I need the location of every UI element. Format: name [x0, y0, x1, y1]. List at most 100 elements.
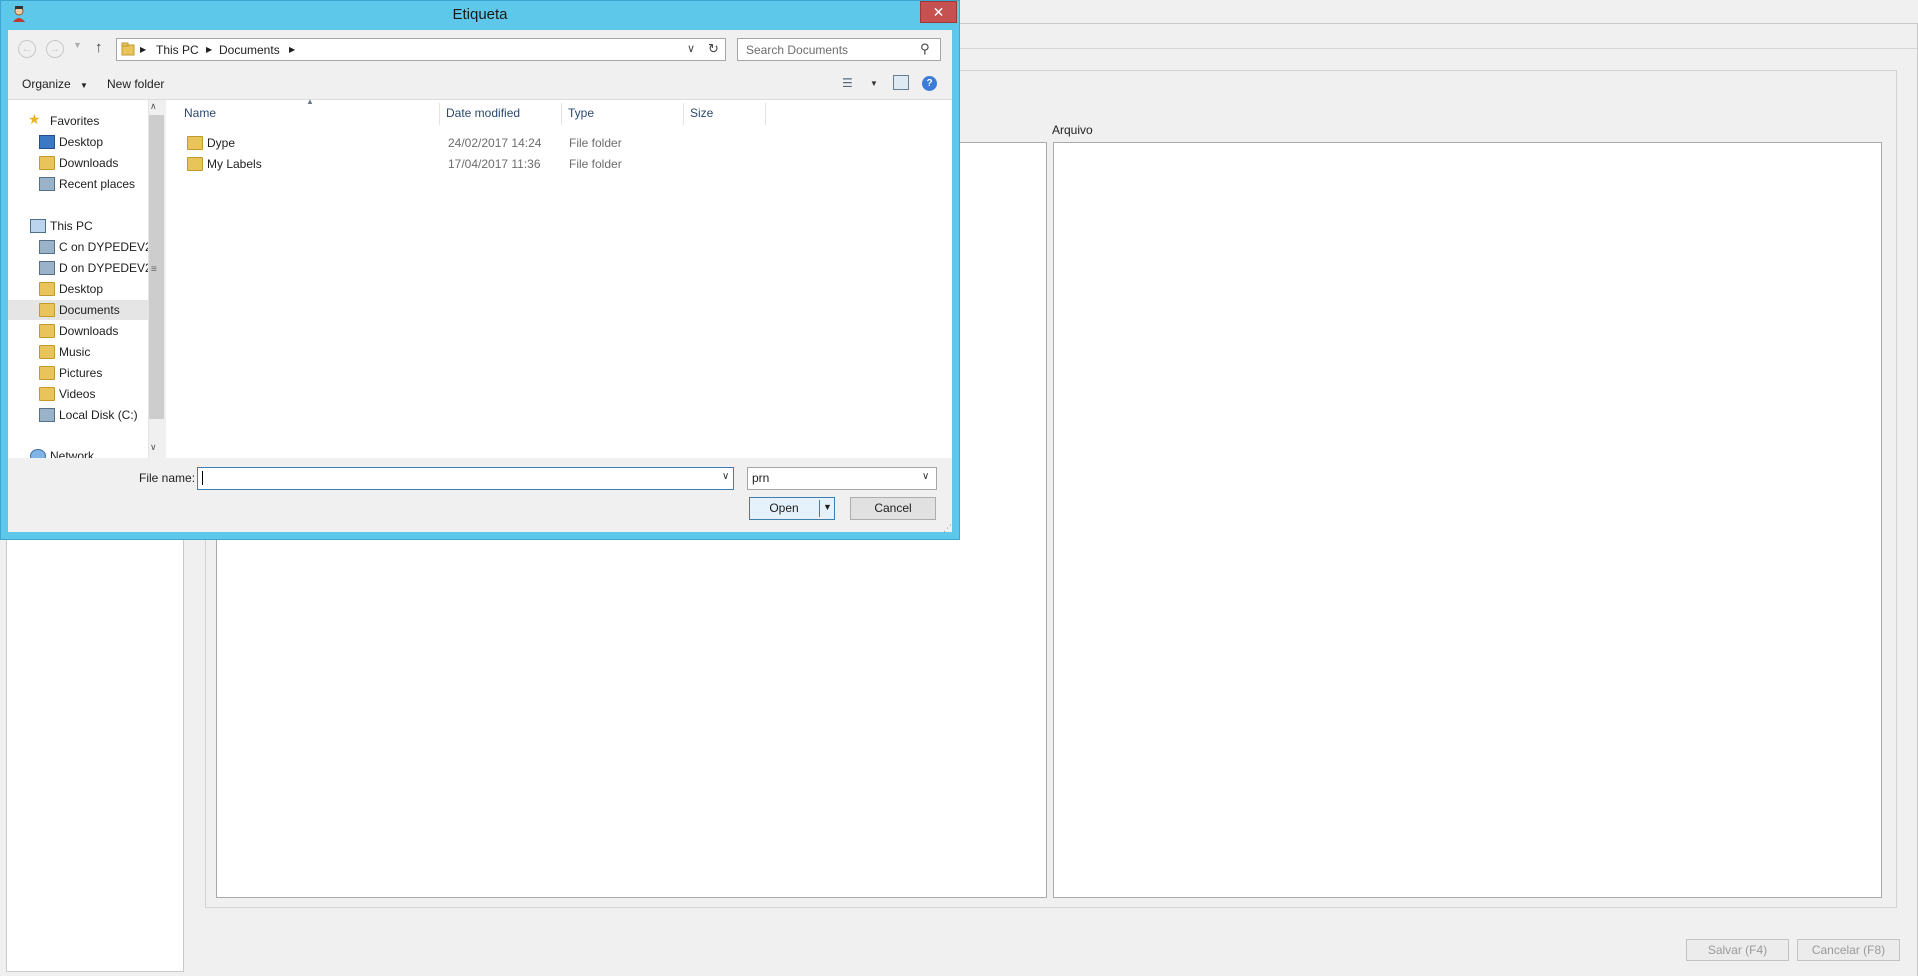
nav-label: Documents	[59, 303, 120, 317]
scroll-up-icon[interactable]: ∧	[150, 101, 157, 112]
breadcrumb-this-pc[interactable]: This PC	[156, 43, 199, 57]
network-drive-icon	[39, 240, 55, 254]
forward-button[interactable]: →	[46, 40, 64, 58]
network-icon	[30, 449, 46, 458]
close-button[interactable]: ✕	[920, 1, 957, 23]
computer-icon	[30, 219, 46, 233]
desktop-icon	[39, 135, 55, 149]
chevron-down-icon: ▼	[80, 81, 88, 90]
column-header-name[interactable]: Name	[178, 103, 440, 125]
file-row[interactable]: Dype 24/02/2017 14:24 File folder	[166, 133, 952, 153]
refresh-icon[interactable]: ↻	[708, 41, 719, 57]
nav-label: Favorites	[50, 114, 100, 128]
nav-label: Downloads	[59, 324, 119, 338]
scroll-grip-icon: ≡	[151, 264, 157, 275]
nav-c-drive[interactable]: C on DYPEDEV20	[8, 237, 158, 257]
save-button[interactable]: Salvar (F4)	[1686, 939, 1789, 961]
column-header-size[interactable]: Size	[684, 103, 766, 125]
change-view-icon[interactable]: ☰	[842, 76, 853, 90]
open-button-label: Open	[769, 501, 799, 515]
file-name: My Labels	[207, 157, 262, 171]
breadcrumb-chevron-icon[interactable]: ▶	[140, 45, 146, 54]
nav-local-disk[interactable]: Local Disk (C:)	[8, 405, 148, 425]
scroll-down-icon[interactable]: ∨	[150, 442, 157, 453]
videos-icon	[39, 387, 55, 401]
folder-icon	[187, 136, 203, 150]
nav-label: D on DYPEDEV20	[59, 261, 159, 275]
nav-videos[interactable]: Videos	[8, 384, 148, 404]
preview-pane-icon[interactable]	[893, 75, 909, 90]
recent-locations-icon[interactable]: ▼	[73, 40, 82, 50]
column-header-type[interactable]: Type	[562, 103, 684, 125]
star-icon: ★	[28, 111, 41, 127]
music-icon	[39, 345, 55, 359]
nav-label: C on DYPEDEV20	[59, 240, 159, 254]
nav-network[interactable]: Network	[8, 446, 148, 458]
nav-downloads[interactable]: Downloads	[8, 321, 148, 341]
chevron-down-icon[interactable]: ∨	[687, 42, 695, 55]
app-left-panel	[6, 530, 184, 972]
folder-icon	[39, 303, 55, 317]
folder-icon	[187, 157, 203, 171]
network-drive-icon	[39, 261, 55, 275]
arquivo-label: Arquivo	[1052, 123, 1093, 137]
nav-label: This PC	[50, 219, 93, 233]
new-folder-button[interactable]: New folder	[107, 77, 164, 91]
file-date: 24/02/2017 14:24	[448, 136, 542, 150]
nav-favorites-downloads[interactable]: Downloads	[8, 153, 148, 173]
chevron-down-icon[interactable]: ∨	[722, 471, 729, 482]
file-row[interactable]: My Labels 17/04/2017 11:36 File folder	[166, 154, 952, 174]
nav-label: Downloads	[59, 156, 119, 170]
file-name-input[interactable]	[197, 467, 734, 490]
nav-label: Videos	[59, 387, 96, 401]
file-type-select[interactable]	[747, 467, 937, 490]
breadcrumb-chevron-icon[interactable]: ▶	[289, 45, 295, 54]
nav-favorites-desktop[interactable]: Desktop	[8, 132, 148, 152]
back-button[interactable]: ←	[18, 40, 36, 58]
nav-d-drive[interactable]: D on DYPEDEV20	[8, 258, 158, 278]
text-caret	[202, 471, 203, 485]
open-options-dropdown-icon[interactable]: ▼	[823, 502, 832, 512]
search-icon[interactable]: ⚲	[920, 41, 930, 57]
cancel-button[interactable]: Cancel	[850, 497, 936, 520]
nav-documents[interactable]: Documents	[8, 300, 148, 320]
file-name: Dype	[207, 136, 236, 150]
breadcrumb-chevron-icon[interactable]: ▶	[206, 45, 212, 54]
downloads-icon	[39, 156, 55, 170]
resize-grip-icon[interactable]: ⋰	[943, 523, 952, 534]
split-divider	[819, 500, 820, 517]
nav-desktop[interactable]: Desktop	[8, 279, 148, 299]
file-type: File folder	[569, 157, 622, 171]
pictures-icon	[39, 366, 55, 380]
nav-label: Desktop	[59, 135, 104, 149]
nav-label: Pictures	[59, 366, 103, 380]
chevron-down-icon[interactable]: ▼	[870, 79, 878, 88]
nav-music[interactable]: Music	[8, 342, 148, 362]
nav-label: Desktop	[59, 282, 104, 296]
column-header-date[interactable]: Date modified	[440, 103, 562, 125]
file-date: 17/04/2017 11:36	[448, 157, 541, 171]
cancel-app-button[interactable]: Cancelar (F8)	[1797, 939, 1900, 961]
folder-icon	[39, 282, 55, 296]
dialog-title: Etiqueta	[452, 6, 508, 23]
nav-favorites[interactable]: ★ Favorites	[8, 111, 148, 131]
organize-button[interactable]: Organize ▼	[22, 77, 88, 91]
search-placeholder: Search Documents	[746, 43, 849, 57]
nav-this-pc[interactable]: This PC	[8, 216, 148, 236]
arquivo-text-area[interactable]	[1053, 142, 1882, 898]
file-name-label: File name:	[139, 471, 196, 485]
breadcrumb-documents[interactable]: Documents	[219, 43, 280, 57]
help-icon[interactable]: ?	[922, 76, 937, 91]
nav-label: Music	[59, 345, 91, 359]
file-type-value: prn	[752, 471, 770, 485]
nav-label: Local Disk (C:)	[59, 408, 138, 422]
hard-drive-icon	[39, 408, 55, 422]
chevron-down-icon[interactable]: ∨	[922, 471, 929, 482]
up-arrow-icon[interactable]: ↑	[95, 39, 103, 56]
recent-places-icon	[39, 177, 55, 191]
folder-icon	[121, 42, 135, 59]
nav-label: Network	[50, 449, 95, 458]
nav-pictures[interactable]: Pictures	[8, 363, 148, 383]
file-type: File folder	[569, 136, 622, 150]
nav-recent-places[interactable]: Recent places	[8, 174, 148, 194]
